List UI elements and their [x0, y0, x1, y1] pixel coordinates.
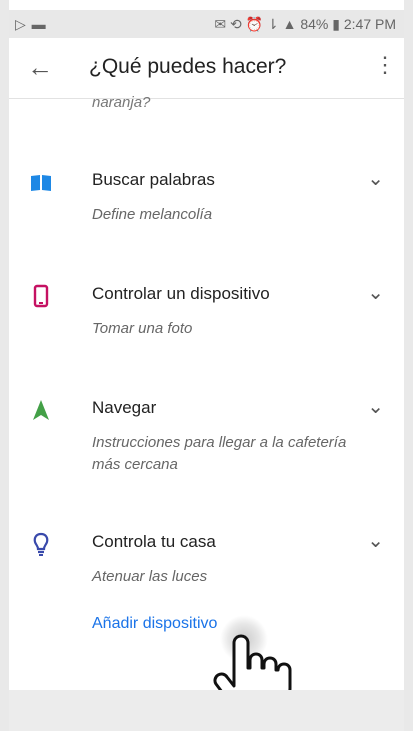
- item-title: Controlar un dispositivo: [92, 284, 270, 303]
- app-bar: ← ¿Qué puedes hacer? ⋮: [9, 38, 404, 99]
- status-bar: ▷ ▬ ✉ ⟲ ⏰ ⇂ ▲ 84% ▮ 2:47 PM: [9, 10, 404, 38]
- chevron-down-icon[interactable]: ⌄: [367, 166, 384, 191]
- item-subtitle: Tomar una foto: [92, 320, 193, 337]
- item-title: Buscar palabras: [92, 170, 215, 189]
- arrow-back-icon[interactable]: ←: [27, 52, 53, 83]
- phone-icon: [33, 284, 49, 308]
- book-icon: [31, 175, 51, 191]
- chevron-down-icon[interactable]: ⌄: [367, 394, 384, 419]
- page-title: ¿Qué puedes hacer?: [89, 55, 287, 78]
- status-right-info: ✉ ⟲ ⏰ ⇂ ▲ 84% ▮ 2:47 PM: [214, 16, 396, 32]
- status-left-icons: ▷ ▬: [15, 16, 47, 32]
- lightbulb-icon: [33, 532, 49, 556]
- item-subtitle: Define melancolía: [92, 206, 213, 223]
- item-subtitle: Instrucciones para llegar a la cafetería…: [92, 434, 347, 473]
- bottom-area: [9, 690, 404, 731]
- chevron-down-icon[interactable]: ⌄: [367, 280, 384, 305]
- navigation-arrow-icon: [33, 400, 49, 420]
- item-title: Controla tu casa: [92, 532, 216, 551]
- item-subtitle: Atenuar las luces: [92, 568, 208, 585]
- right-border: [404, 0, 413, 731]
- previous-item-subtitle: naranja?: [92, 94, 151, 111]
- left-border: [0, 0, 9, 731]
- screen: ▷ ▬ ✉ ⟲ ⏰ ⇂ ▲ 84% ▮ 2:47 PM ← ¿Qué puede…: [0, 0, 413, 731]
- chevron-down-icon[interactable]: ⌄: [367, 528, 384, 553]
- more-vert-icon[interactable]: ⋮: [374, 52, 396, 78]
- item-title: Navegar: [92, 398, 157, 417]
- add-device-link[interactable]: Añadir dispositivo: [92, 615, 217, 633]
